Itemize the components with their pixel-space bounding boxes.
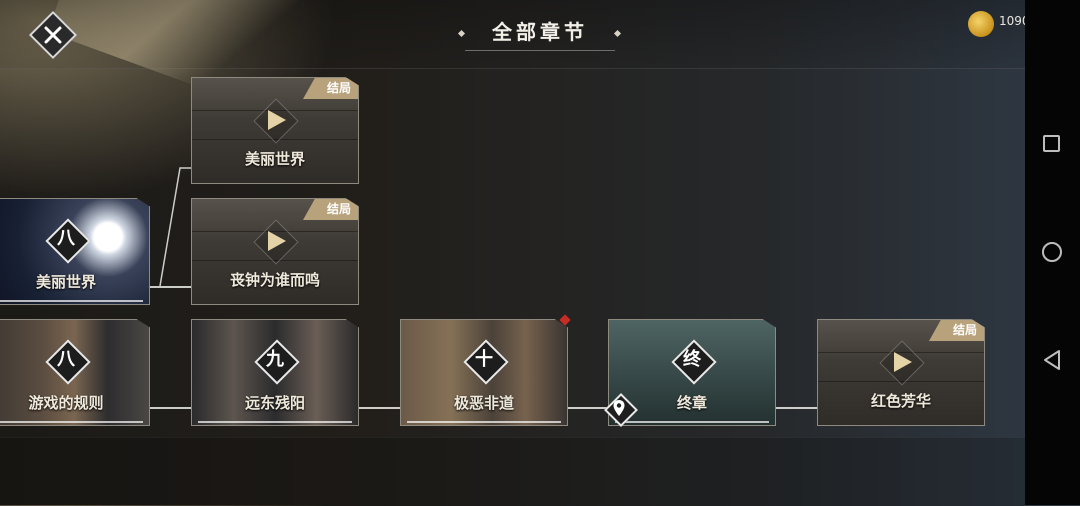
- chapter-number-badge: 八: [45, 218, 91, 264]
- system-nav-bar: [1025, 0, 1080, 505]
- card-underline: [615, 421, 769, 423]
- chapter-number-badge: 十: [463, 339, 509, 385]
- current-location-marker: [604, 393, 638, 427]
- chapter-connector-4: [774, 407, 818, 409]
- recents-square-icon[interactable]: [1043, 135, 1060, 152]
- bottom-strip: [0, 437, 1025, 506]
- chapter-number-badge: 九: [254, 339, 300, 385]
- coin-icon: [968, 11, 994, 37]
- chapter-number-badge: 终: [671, 339, 717, 385]
- ending-card-for-whom-bell-tolls[interactable]: 结局 丧钟为谁而鸣: [191, 198, 359, 305]
- play-icon: [253, 98, 299, 144]
- location-pin-icon: [613, 400, 625, 416]
- back-triangle-icon[interactable]: [1042, 349, 1062, 371]
- card-label: 游戏的规则: [28, 394, 104, 412]
- chapter-card-10-extreme-evil[interactable]: 十 极恶非道: [400, 319, 568, 426]
- page-title: 全部章节: [465, 14, 615, 51]
- card-label: 远东残阳: [244, 394, 305, 412]
- page-title-text: 全部章节: [492, 20, 588, 44]
- ending-tag: 结局: [303, 199, 358, 220]
- card-label: 丧钟为谁而鸣: [229, 271, 320, 289]
- chapter-connector-2: [358, 407, 402, 409]
- play-icon: [879, 340, 925, 386]
- card-label: 红色芳华: [870, 392, 931, 410]
- play-icon: [253, 219, 299, 265]
- card-label: 美丽世界: [244, 150, 305, 168]
- ending-tag: 结局: [303, 78, 358, 99]
- card-underline: [0, 421, 143, 423]
- card-underline: [0, 300, 143, 302]
- card-label: 美丽世界: [35, 273, 96, 291]
- ending-tag: 结局: [929, 320, 984, 341]
- home-circle-icon[interactable]: [1042, 242, 1062, 262]
- chapter-connector-1: [150, 407, 192, 409]
- card-underline: [198, 421, 352, 423]
- card-underline: [407, 421, 561, 423]
- chapter-card-8-rules-of-game[interactable]: 八 游戏的规则: [0, 319, 150, 426]
- close-icon: [44, 26, 62, 44]
- chapter-number-badge: 八: [45, 339, 91, 385]
- branch-connector-diag: [159, 167, 192, 287]
- ending-card-red-youth[interactable]: 结局 红色芳华: [817, 319, 985, 426]
- chapter-card-9-far-east-sunset[interactable]: 九 远东残阳: [191, 319, 359, 426]
- card-label: 极恶非道: [453, 394, 514, 412]
- ending-card-beautiful-world[interactable]: 结局 美丽世界: [191, 77, 359, 184]
- chapter-card-8-beautiful-world[interactable]: 八 美丽世界: [0, 198, 150, 305]
